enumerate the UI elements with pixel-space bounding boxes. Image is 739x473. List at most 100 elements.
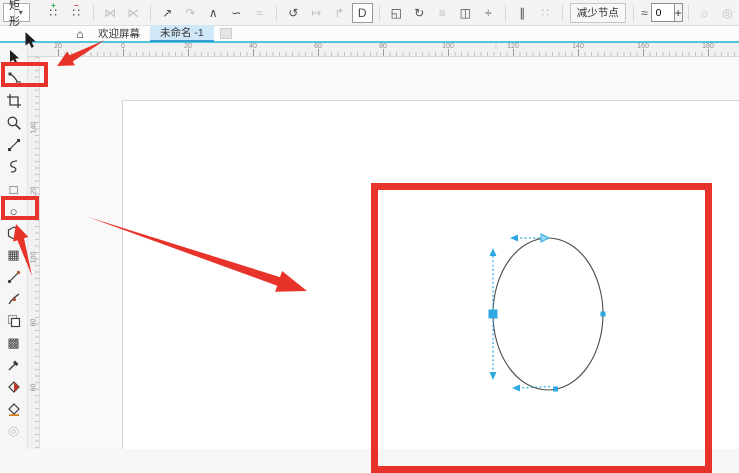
- curve-smoothness-apply-button[interactable]: ☼: [694, 3, 715, 23]
- crop-tool[interactable]: [2, 90, 26, 112]
- shadow-tool[interactable]: [2, 310, 26, 332]
- extend-curve-to-close-button[interactable]: ↦: [306, 3, 327, 23]
- reduce-nodes-button[interactable]: 减少节点: [570, 3, 626, 23]
- cusp-node-button[interactable]: ∧: [203, 3, 224, 23]
- rectangle-tool-icon: □: [10, 182, 18, 197]
- ruler-major-tick: [578, 49, 579, 56]
- separator: [505, 5, 506, 21]
- reverse-direction-button[interactable]: ↺: [283, 3, 304, 23]
- join-nodes-button[interactable]: ⋈: [100, 3, 121, 23]
- annotation-arrow-to-ellipse-tool: [6, 222, 38, 278]
- stretch-scale-nodes-button[interactable]: ◱: [386, 3, 407, 23]
- eyedropper-tool[interactable]: [2, 354, 26, 376]
- new-tab-icon[interactable]: [220, 28, 232, 39]
- interactive-fill-tool[interactable]: ◎: [2, 420, 26, 442]
- eyedropper-tool-icon: [6, 357, 22, 373]
- zoom-tool-icon: [6, 115, 22, 131]
- smoothness-plus-button[interactable]: +: [675, 3, 683, 22]
- ruler-major-tick: [123, 49, 124, 56]
- node-edit-buttons: ∷+∷− ⋈ ⋉ ↗ ↷ ∧ ∽ ≈ ↺ ↦ ↱ D ◱ ↻ ≡ ◫ ÷ ∥∷: [42, 3, 568, 23]
- convert-to-curve-icon: ↷: [185, 6, 195, 20]
- chevron-down-icon: ▾: [14, 6, 27, 19]
- interactive-transparency-button[interactable]: ◎: [717, 3, 738, 23]
- ruler-label: 140: [31, 122, 38, 134]
- mouse-cursor-icon: [21, 30, 39, 50]
- annotation-rect-canvas: [371, 183, 712, 473]
- rotate-skew-nodes-button[interactable]: ↻: [409, 3, 430, 23]
- align-nodes-icon: ≡: [439, 6, 446, 20]
- add-node-badge-icon: +: [51, 2, 56, 10]
- curve-smoothness-icon: ≈: [641, 6, 648, 20]
- ruler-major-tick: [708, 49, 709, 56]
- break-curve-button[interactable]: ⋉: [123, 3, 144, 23]
- pattern-fill-tool[interactable]: ▩: [2, 332, 26, 354]
- document-tab-bar: ⌂ 欢迎屏幕 未命名 -1: [0, 26, 739, 43]
- interactive-transparency-icon: ◎: [722, 6, 732, 20]
- spiral-tool[interactable]: [2, 156, 26, 178]
- ruler-major-tick: [448, 49, 449, 56]
- outline-pen-tool[interactable]: [2, 376, 26, 398]
- annotation-box-shape-tool: [1, 62, 48, 87]
- break-curve-icon: ⋉: [127, 6, 139, 20]
- delete-node-button[interactable]: ∷−: [66, 3, 87, 23]
- fill-tool[interactable]: [2, 398, 26, 420]
- fill-tool-icon: [6, 401, 22, 417]
- stretch-scale-nodes-icon: ◱: [391, 6, 402, 20]
- cusp-node-icon: ∧: [209, 6, 218, 20]
- annotation-arrow-to-shape-tool: [50, 36, 110, 76]
- reflect-nodes-vertically-button[interactable]: ÷: [478, 3, 499, 23]
- ruler-major-tick: [643, 49, 644, 56]
- extract-subpath-button[interactable]: ↱: [329, 3, 350, 23]
- separator: [93, 5, 94, 21]
- ruler-center-marker: ⁞: [495, 44, 497, 51]
- interactive-fill-tool-icon: ◎: [8, 423, 19, 439]
- freehand-tool-icon: [6, 137, 22, 153]
- align-nodes-button[interactable]: ≡: [432, 3, 453, 23]
- artistic-media-tool-icon: [6, 291, 22, 307]
- convert-to-curve-button[interactable]: ↷: [180, 3, 201, 23]
- separator: [150, 5, 151, 21]
- tab-untitled-1[interactable]: 未命名 -1: [150, 25, 214, 42]
- symmetrical-node-button[interactable]: ≈: [249, 3, 270, 23]
- pattern-fill-tool-icon: ▩: [7, 335, 19, 351]
- add-node-button[interactable]: ∷+: [43, 3, 64, 23]
- property-bar: 矩形 ▾ ∷+∷−⋈⋉↗↷∧∽≈↺↦↱D◱↻≡◫÷∥∷ 减少节点 ≈ + ☼◎: [0, 0, 739, 26]
- separator: [379, 5, 380, 21]
- close-curve-icon: D: [358, 6, 367, 20]
- ruler-major-tick: [318, 49, 319, 56]
- elastic-mode-button[interactable]: ∥: [512, 3, 533, 23]
- ruler-major-tick: [188, 49, 189, 56]
- horizontal-ruler[interactable]: 20020406080100120140160180⁞: [40, 43, 739, 57]
- zoom-tool[interactable]: [2, 112, 26, 134]
- spiral-tool-icon: [6, 159, 22, 175]
- join-nodes-icon: ⋈: [104, 6, 116, 20]
- ruler-major-tick: [253, 49, 254, 56]
- smooth-node-button[interactable]: ∽: [226, 3, 247, 23]
- freehand-tool[interactable]: [2, 134, 26, 156]
- extend-curve-to-close-icon: ↦: [311, 6, 321, 20]
- smooth-node-icon: ∽: [231, 6, 241, 20]
- crop-tool-icon: [6, 93, 22, 109]
- separator: [276, 5, 277, 21]
- preset-dropdown[interactable]: 矩形 ▾: [3, 3, 30, 22]
- reflect-nodes-horizontally-icon: ◫: [460, 6, 471, 20]
- reflect-nodes-horizontally-button[interactable]: ◫: [455, 3, 476, 23]
- extract-subpath-icon: ↱: [334, 6, 344, 20]
- rotate-skew-nodes-icon: ↻: [414, 6, 424, 20]
- ruler-major-tick: [513, 49, 514, 56]
- close-curve-button[interactable]: D: [352, 3, 373, 23]
- ruler-label: 60: [31, 382, 38, 394]
- outline-pen-tool-icon: [6, 379, 22, 395]
- delete-node-badge-icon: −: [74, 2, 79, 10]
- annotation-arrow-to-canvas: [85, 210, 315, 300]
- shadow-tool-icon: [6, 313, 22, 329]
- curve-smoothness-input[interactable]: [651, 3, 675, 22]
- artistic-media-tool[interactable]: [2, 288, 26, 310]
- select-all-nodes-button[interactable]: ∷: [535, 3, 556, 23]
- tab-untitled-label: 未命名 -1: [160, 25, 204, 40]
- annotation-box-ellipse-tool: [1, 196, 39, 220]
- ruler-major-tick: [383, 49, 384, 56]
- trailing-buttons: ☼◎: [693, 3, 739, 23]
- convert-to-line-button[interactable]: ↗: [157, 3, 178, 23]
- curve-smoothness-apply-icon: ☼: [699, 6, 710, 20]
